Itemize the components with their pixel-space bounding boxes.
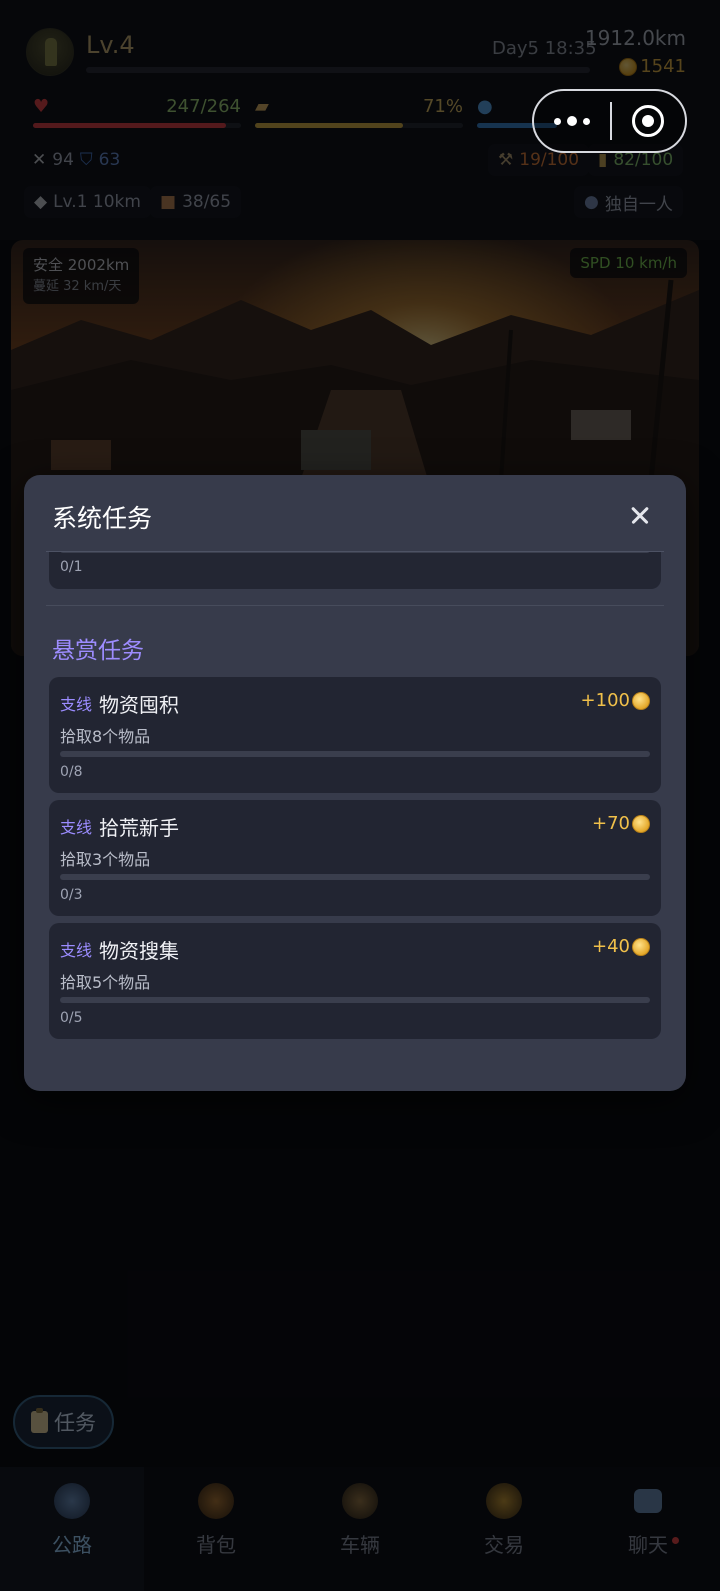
chat-bubble-icon [634, 1489, 662, 1513]
system-tasks-modal: 系统任务 0/1 悬赏任务 支线 物资囤积 +100 拾取8个物品 0/8 支线… [24, 475, 686, 1091]
task-progress: 0/1 [60, 559, 83, 575]
tab-backpack[interactable]: 背包 [144, 1467, 288, 1591]
food-value: 71% [422, 96, 463, 117]
tab-backpack-label: 背包 [196, 1533, 236, 1557]
day-time: Day5 18:35 [492, 38, 597, 59]
task-card[interactable]: 支线 物资搜集 +40 拾取5个物品 0/5 [49, 923, 661, 1039]
task-card-partial: 0/1 [49, 552, 661, 589]
progress-bar [60, 751, 650, 757]
task-name: 物资搜集 [99, 939, 179, 963]
task-card[interactable]: 支线 物资囤积 +100 拾取8个物品 0/8 [49, 677, 661, 793]
target-icon [632, 105, 665, 137]
box-icon: ■ [160, 192, 177, 212]
tab-road[interactable]: 公路 [0, 1467, 144, 1591]
safe-distance-tag: 安全 2002km 蔓延 32 km/天 [23, 248, 140, 304]
team-value: 独自一人 [604, 194, 673, 215]
task-reward: +100 [581, 690, 650, 711]
health-bar [33, 123, 241, 128]
tab-trade-label: 交易 [484, 1533, 524, 1557]
safe-distance: 安全 2002km [33, 256, 130, 274]
coin-icon [632, 691, 650, 710]
tab-vehicle-label: 车辆 [340, 1533, 380, 1557]
task-reward: +40 [592, 936, 650, 957]
vehicle-tab-icon [342, 1483, 378, 1519]
bread-icon: ▰ [255, 96, 269, 117]
distance-total: 1912.0km [584, 26, 686, 50]
cargo-value: 38/65 [182, 192, 232, 212]
road-icon [54, 1483, 90, 1519]
coin-icon [632, 814, 650, 833]
cargo-chip[interactable]: ■ 38/65 [150, 186, 242, 218]
swords-icon: ✕ [32, 150, 47, 170]
heart-icon: ♥ [33, 96, 50, 117]
repair-value: 19/100 [519, 150, 580, 170]
task-name: 物资囤积 [99, 693, 179, 717]
backpack-icon [198, 1483, 234, 1519]
miniprogram-capsule [532, 89, 687, 153]
task-name: 拾荒新手 [99, 816, 179, 840]
shield-icon: ⛉ [79, 150, 93, 170]
player-avatar[interactable] [26, 28, 74, 76]
task-list-scroll[interactable]: 0/1 悬赏任务 支线 物资囤积 +100 拾取8个物品 0/8 支线 拾荒新手… [24, 552, 686, 1091]
close-icon[interactable] [622, 497, 658, 533]
person-icon: ● [584, 192, 599, 212]
food-bar [255, 123, 463, 128]
tab-vehicle[interactable]: 车辆 [288, 1467, 432, 1591]
coin-balance-value: 1541 [640, 56, 686, 77]
coin-balance: 1541 [619, 56, 686, 77]
task-button-label: 任务 [54, 1411, 96, 1435]
water-drop-icon: ● [477, 96, 493, 117]
coin-icon [619, 57, 638, 76]
task-progress: 0/5 [60, 1010, 83, 1026]
combat-stats: ✕ 94 ⛉ 63 [24, 144, 128, 176]
tab-chat-label: 聊天 [628, 1529, 679, 1558]
fuel-icon: ▮ [598, 150, 608, 170]
coin-icon [632, 937, 650, 956]
health-value: 247/264 [166, 96, 241, 117]
task-reward: +70 [592, 813, 650, 834]
tab-trade[interactable]: 交易 [432, 1467, 576, 1591]
bounty-section-title: 悬赏任务 [52, 638, 144, 664]
task-type-tag: 支线 [60, 695, 93, 714]
task-description: 拾取3个物品 [60, 850, 151, 869]
more-menu-button[interactable] [534, 91, 610, 151]
trade-icon [486, 1483, 522, 1519]
tab-chat[interactable]: 聊天 [576, 1467, 720, 1591]
tab-road-label: 公路 [52, 1533, 92, 1557]
task-description: 拾取8个物品 [60, 727, 151, 746]
xp-bar [86, 67, 590, 73]
team-chip[interactable]: ● 独自一人 [574, 186, 683, 218]
exit-miniprogram-button[interactable] [612, 105, 686, 137]
defense-value: 63 [98, 150, 121, 170]
unread-dot [672, 1537, 679, 1544]
task-progress: 0/8 [60, 764, 83, 780]
task-card[interactable]: 支线 拾荒新手 +70 拾取3个物品 0/3 [49, 800, 661, 916]
progress-bar [60, 874, 650, 880]
speed-tag: SPD 10 km/h [570, 248, 687, 278]
modal-title: 系统任务 [52, 504, 153, 533]
food-stat: ▰ 71% [255, 92, 463, 132]
vehicle-chip[interactable]: ◆ Lv.1 10km [24, 186, 151, 218]
task-type-tag: 支线 [60, 941, 93, 960]
section-divider [46, 605, 664, 606]
clipboard-icon [31, 1408, 48, 1433]
task-type-tag: 支线 [60, 818, 93, 837]
fuel-value: 82/100 [613, 150, 674, 170]
task-button[interactable]: 任务 [13, 1395, 114, 1449]
spread-rate: 蔓延 32 km/天 [33, 279, 122, 294]
bottom-tab-bar: 公路 背包 车辆 交易 聊天 [0, 1467, 720, 1591]
progress-bar [60, 552, 650, 553]
progress-bar [60, 997, 650, 1003]
health-stat: ♥ 247/264 [33, 92, 241, 132]
wrench-icon: ⚒ [498, 150, 514, 170]
task-progress: 0/3 [60, 887, 83, 903]
task-description: 拾取5个物品 [60, 973, 151, 992]
vehicle-value: Lv.1 10km [53, 192, 141, 212]
attack-value: 94 [52, 150, 74, 170]
player-level: Lv.4 [86, 31, 135, 59]
vehicle-icon: ◆ [34, 192, 48, 212]
